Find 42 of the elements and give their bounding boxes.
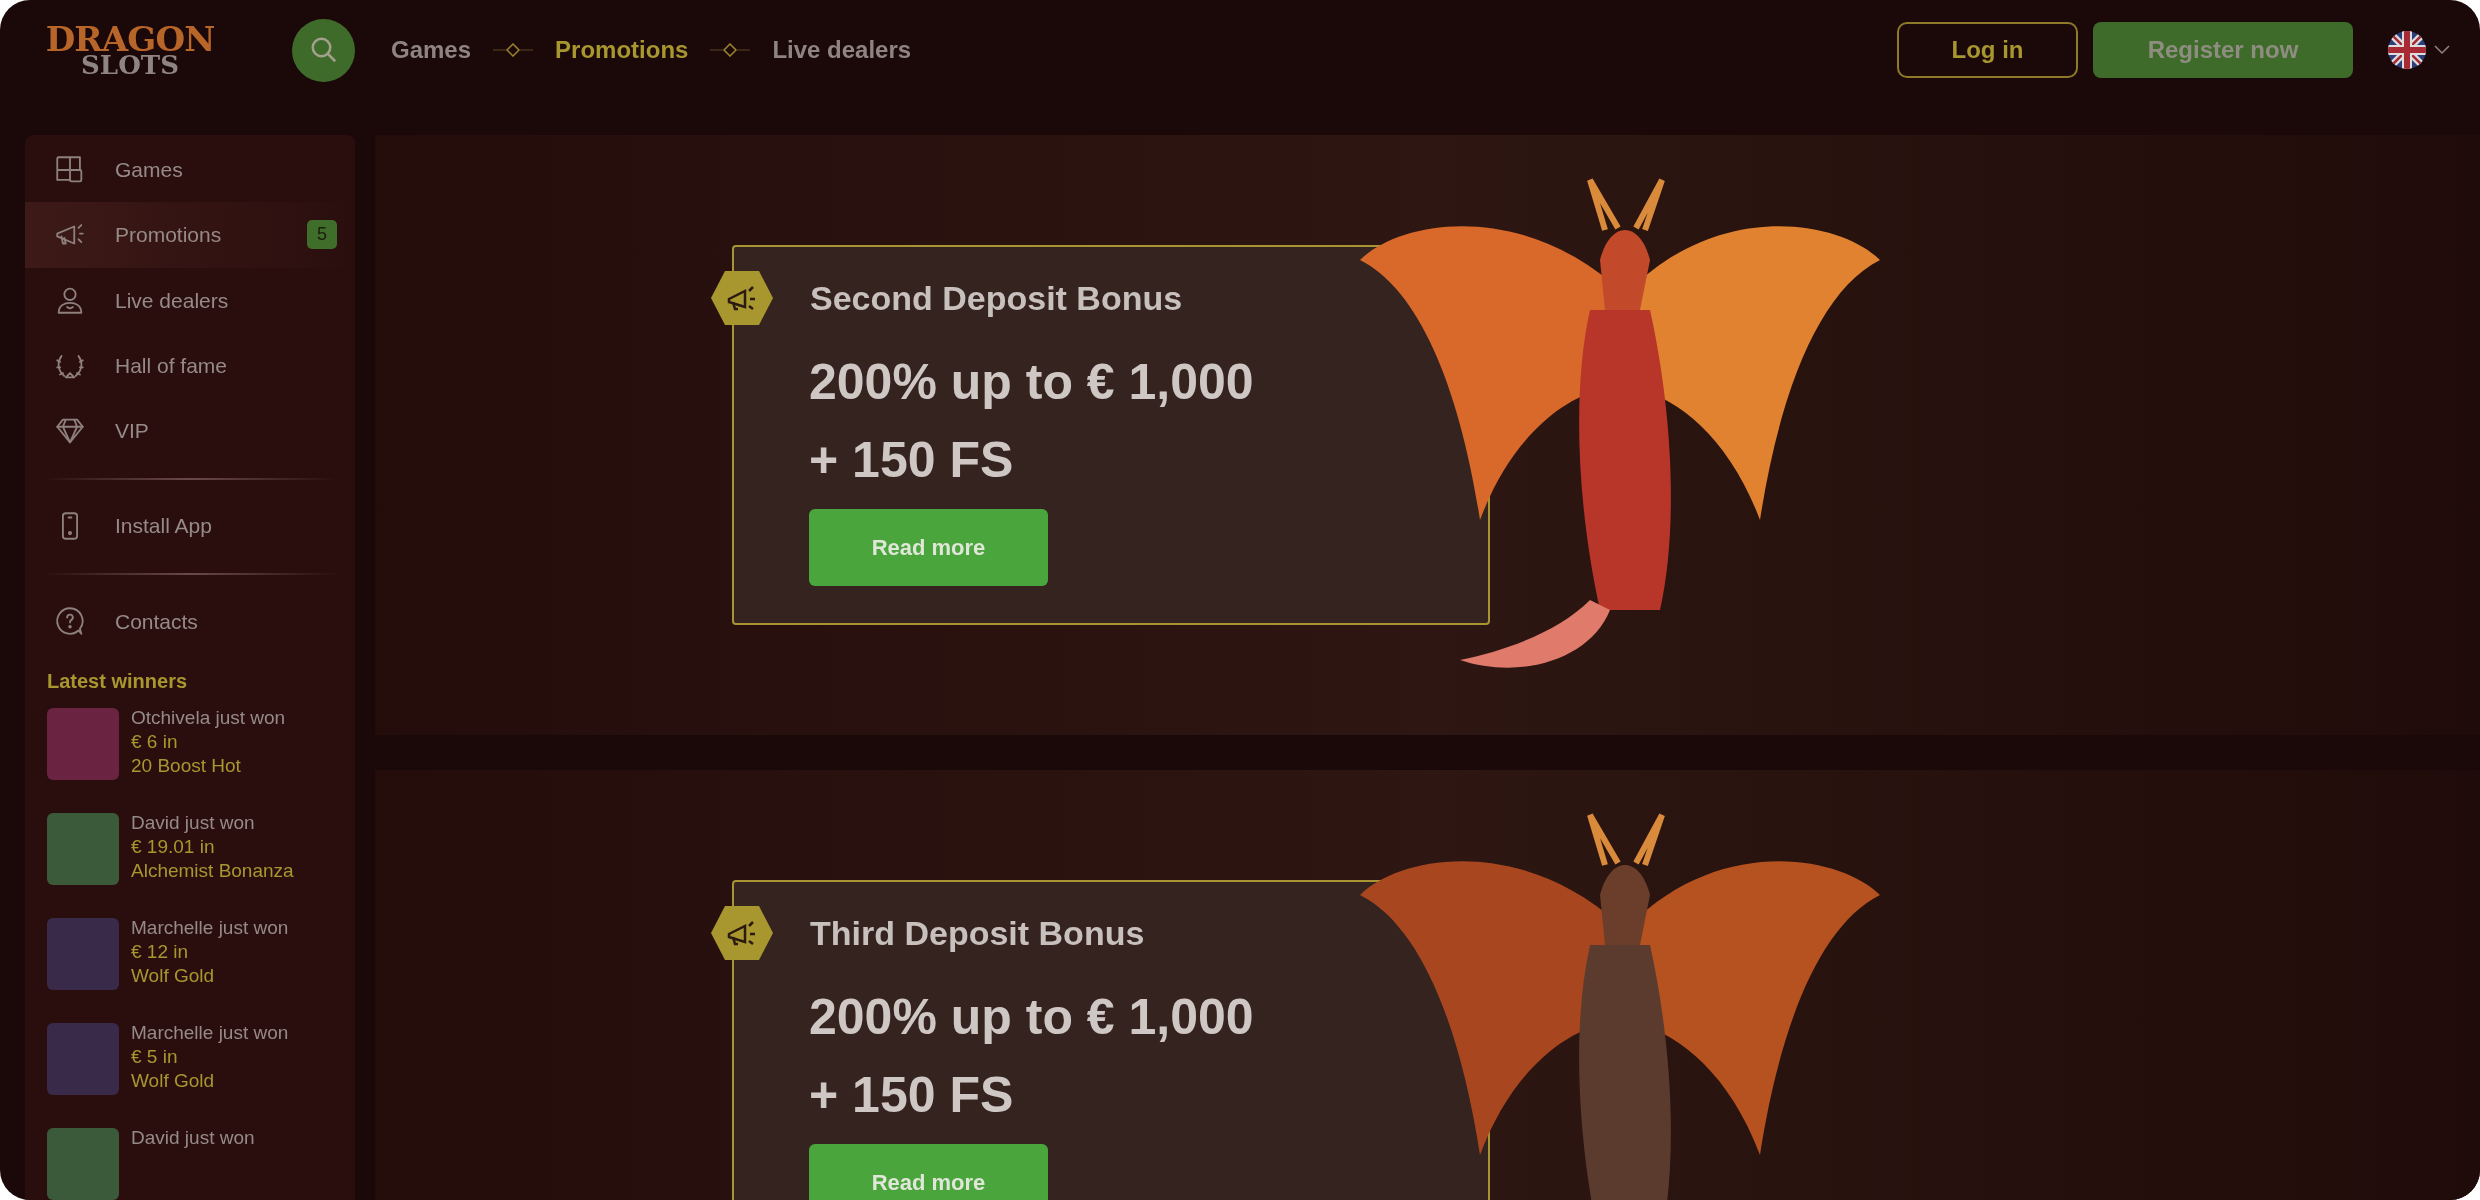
promo-title: Second Deposit Bonus bbox=[810, 277, 1183, 319]
chevron-down-icon bbox=[2434, 45, 2450, 55]
section-title: Latest winners bbox=[46, 669, 189, 694]
win-amount: € 6 in bbox=[131, 730, 179, 754]
count-badge: 5 bbox=[307, 220, 337, 250]
winner-name: Otchivela just won bbox=[131, 706, 286, 730]
language-selector[interactable] bbox=[2388, 31, 2450, 69]
search-icon bbox=[308, 35, 339, 65]
promo-offer: + 150 FS bbox=[809, 1066, 1015, 1125]
promo-offer: + 150 FS bbox=[809, 431, 1015, 490]
diamond-divider-icon bbox=[493, 43, 534, 57]
diamond-divider-icon bbox=[710, 43, 751, 57]
promo-title: Third Deposit Bonus bbox=[810, 912, 1145, 954]
sidebar-item[interactable]: VIP bbox=[25, 398, 355, 464]
game-thumbnail[interactable] bbox=[47, 918, 119, 990]
game-thumbnail[interactable] bbox=[47, 1128, 119, 1200]
nav-link[interactable]: Promotions bbox=[555, 32, 689, 68]
promo-offer: 200% up to € 1,000 bbox=[809, 988, 1255, 1047]
nav-link[interactable]: Live dealers bbox=[772, 32, 912, 68]
game-link[interactable]: Wolf Gold bbox=[131, 964, 289, 988]
game-link[interactable]: Wolf Gold bbox=[131, 1069, 289, 1093]
nav-link[interactable]: Games bbox=[391, 32, 472, 68]
winner-name: David just won bbox=[131, 1126, 255, 1150]
sidebar-item[interactable]: Live dealers bbox=[25, 267, 355, 333]
win-amount: € 5 in bbox=[131, 1045, 179, 1069]
game-link[interactable]: Alchemist Bonanza bbox=[131, 859, 294, 883]
sidebar-item[interactable]: Install App bbox=[25, 493, 355, 559]
winner-name: Marchelle just won bbox=[131, 916, 289, 940]
winner-name: David just won bbox=[131, 811, 256, 835]
promo-offer: 200% up to € 1,000 bbox=[809, 353, 1255, 412]
win-amount: € 19.01 in bbox=[131, 835, 216, 859]
sidebar-item[interactable]: Contacts bbox=[25, 588, 355, 654]
game-thumbnail[interactable] bbox=[47, 1023, 119, 1095]
game-link[interactable]: 20 Boost Hot bbox=[131, 754, 286, 778]
winner-name: Marchelle just won bbox=[131, 1021, 289, 1045]
game-thumbnail[interactable] bbox=[47, 813, 119, 885]
sidebar-item[interactable]: Hall of fame bbox=[25, 333, 355, 399]
login-button[interactable]: Log in bbox=[1897, 22, 2078, 78]
game-thumbnail[interactable] bbox=[47, 708, 119, 780]
sidebar-item[interactable]: Games bbox=[25, 137, 355, 203]
flag-icon bbox=[2388, 31, 2426, 69]
win-amount: € 12 in bbox=[131, 940, 190, 964]
